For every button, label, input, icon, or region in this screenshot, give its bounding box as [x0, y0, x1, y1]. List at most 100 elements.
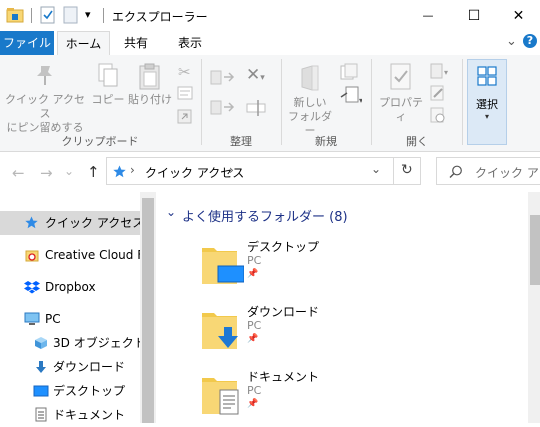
folder-tile-downloads[interactable]: ダウンロード PC 📌 [196, 299, 396, 357]
tab-view[interactable]: 表示 [168, 31, 212, 55]
ribbon-collapse-icon[interactable]: ⌄ [506, 34, 517, 49]
nav-item-documents[interactable]: ドキュメント [0, 403, 140, 427]
properties-button[interactable]: プロパティ [376, 63, 426, 124]
nav-item-label: ドキュメント [53, 408, 126, 422]
recent-locations-button[interactable]: ⌄ [64, 164, 74, 178]
download-icon [36, 361, 46, 373]
forward-button[interactable]: → [40, 164, 53, 182]
properties-icon [390, 63, 411, 90]
cut-icon[interactable]: ✂ [178, 63, 191, 81]
copy-button[interactable]: コピー [90, 63, 126, 107]
tab-file[interactable]: ファイル [0, 31, 54, 55]
ribbon-separator [462, 59, 463, 145]
folder-tile-desktop[interactable]: デスクトップ PC 📌 [196, 234, 396, 292]
properties-label: プロパティ [379, 96, 423, 123]
frequent-folders-header[interactable]: よく使用するフォルダー (8) [182, 206, 348, 225]
new-folder-qat-icon[interactable] [63, 6, 79, 24]
edit-icon[interactable] [430, 85, 446, 101]
nav-item-label: Creative Cloud File [45, 248, 140, 262]
paste-icon [139, 63, 160, 90]
clipboard-group-label: クリップボード [61, 135, 139, 148]
section-collapse-icon[interactable]: ⌄ [166, 205, 176, 219]
nav-item-downloads[interactable]: ダウンロード [0, 355, 140, 379]
window-title: エクスプローラー [112, 10, 208, 24]
svg-text:▾: ▾ [444, 68, 448, 77]
3d-objects-icon [35, 337, 47, 349]
nav-item-quick-access[interactable]: クイック アクセス [0, 211, 140, 235]
navigation-pane: クイック アクセス Creative Cloud File Dropbox PC [0, 192, 156, 423]
new-item-icon[interactable] [340, 63, 358, 81]
nav-item-dropbox[interactable]: Dropbox [0, 275, 140, 299]
tab-share[interactable]: 共有 [114, 31, 158, 55]
easy-access-icon[interactable]: ▾ [340, 85, 362, 105]
new-folder-label-line1: 新しい [293, 96, 327, 109]
rename-icon[interactable] [245, 99, 267, 117]
breadcrumb-separator-icon[interactable]: › [130, 163, 135, 177]
history-icon[interactable] [430, 107, 446, 123]
search-icon [449, 165, 462, 178]
ribbon: クイック アクセス にピン留めする コピー 貼り付け ✂ クリップボード ✕▾ … [0, 55, 540, 152]
nav-item-label: クイック アクセス [45, 216, 140, 230]
close-icon: ✕ [512, 7, 525, 24]
qat-customize-dropdown[interactable]: ▾ [85, 8, 91, 21]
search-placeholder: クイック ア... [475, 166, 540, 180]
nav-item-creative-cloud[interactable]: Creative Cloud File [0, 243, 140, 267]
folder-location: PC [247, 384, 262, 397]
select-button[interactable]: 選択 ▾ [467, 59, 507, 145]
downloads-folder-icon [202, 313, 238, 349]
close-button[interactable]: ✕ [497, 0, 540, 31]
minimize-button[interactable]: — [405, 0, 451, 31]
refresh-icon[interactable]: ↻ [401, 162, 413, 178]
pin-to-quick-access-button[interactable]: クイック アクセス にピン留めする [4, 63, 86, 135]
move-to-icon[interactable] [210, 69, 238, 87]
pin-icon [37, 66, 52, 85]
qat-separator [31, 8, 32, 23]
pin-icon: 📌 [247, 399, 259, 409]
open-icon[interactable]: ▾ [430, 63, 452, 79]
search-box[interactable]: クイック ア... [436, 157, 540, 185]
folder-location: PC [247, 319, 262, 332]
copy-to-icon[interactable] [210, 99, 238, 117]
copy-path-icon[interactable] [177, 86, 193, 100]
breadcrumb-chevron-icon[interactable]: › [229, 163, 234, 177]
paste-shortcut-icon[interactable] [177, 108, 193, 124]
content-scroll-thumb[interactable] [530, 215, 540, 285]
explorer-app-icon[interactable] [6, 7, 24, 23]
open-group-label: 開く [406, 135, 428, 148]
select-grid-icon [477, 66, 497, 86]
paste-button[interactable]: 貼り付け [128, 63, 172, 107]
properties-qat-icon[interactable] [40, 6, 56, 24]
maximize-button[interactable]: ☐ [451, 0, 497, 31]
desktop-icon [33, 385, 49, 397]
folder-name: ドキュメント [247, 370, 320, 384]
up-button[interactable]: ↑ [87, 163, 100, 181]
nav-item-label: デスクトップ [53, 384, 126, 398]
nav-pane-scroll-thumb[interactable] [142, 198, 154, 423]
nav-item-3d-objects[interactable]: 3D オブジェクト [0, 331, 140, 355]
help-icon[interactable]: ? [523, 34, 537, 48]
creative-cloud-icon [25, 250, 39, 262]
svg-text:▾: ▾ [359, 96, 362, 105]
tab-home[interactable]: ホーム [57, 31, 110, 56]
new-folder-button[interactable]: 新しい フォルダー [286, 63, 334, 138]
nav-item-pc[interactable]: PC [0, 307, 140, 331]
copy-label: コピー [91, 93, 125, 106]
pc-icon [24, 312, 40, 325]
nav-item-desktop[interactable]: デスクトップ [0, 379, 140, 403]
address-dropdown-icon[interactable]: ⌄ [371, 162, 381, 176]
folder-tile-documents[interactable]: ドキュメント PC 📌 [196, 364, 396, 422]
content-pane: ⌄ よく使用するフォルダー (8) デスクトップ PC 📌 ダウンロード PC … [156, 192, 540, 423]
folder-location: PC [247, 254, 262, 267]
select-label: 選択 [476, 98, 498, 111]
documents-icon [35, 407, 47, 422]
title-bar: ▾ エクスプローラー — ☐ ✕ [0, 0, 540, 31]
paste-label: 貼り付け [128, 93, 172, 106]
address-bar[interactable]: › クイック アクセス › ⌄ ↻ [106, 157, 421, 185]
new-folder-icon [301, 65, 319, 91]
back-button[interactable]: ← [12, 164, 25, 182]
documents-folder-icon [202, 378, 239, 415]
ribbon-tab-bar: ファイル ホーム 共有 表示 ⌄ ? [0, 31, 540, 56]
maximize-icon: ☐ [467, 7, 481, 24]
organize-group-label: 整理 [230, 135, 252, 148]
delete-icon[interactable]: ✕▾ [246, 65, 265, 85]
